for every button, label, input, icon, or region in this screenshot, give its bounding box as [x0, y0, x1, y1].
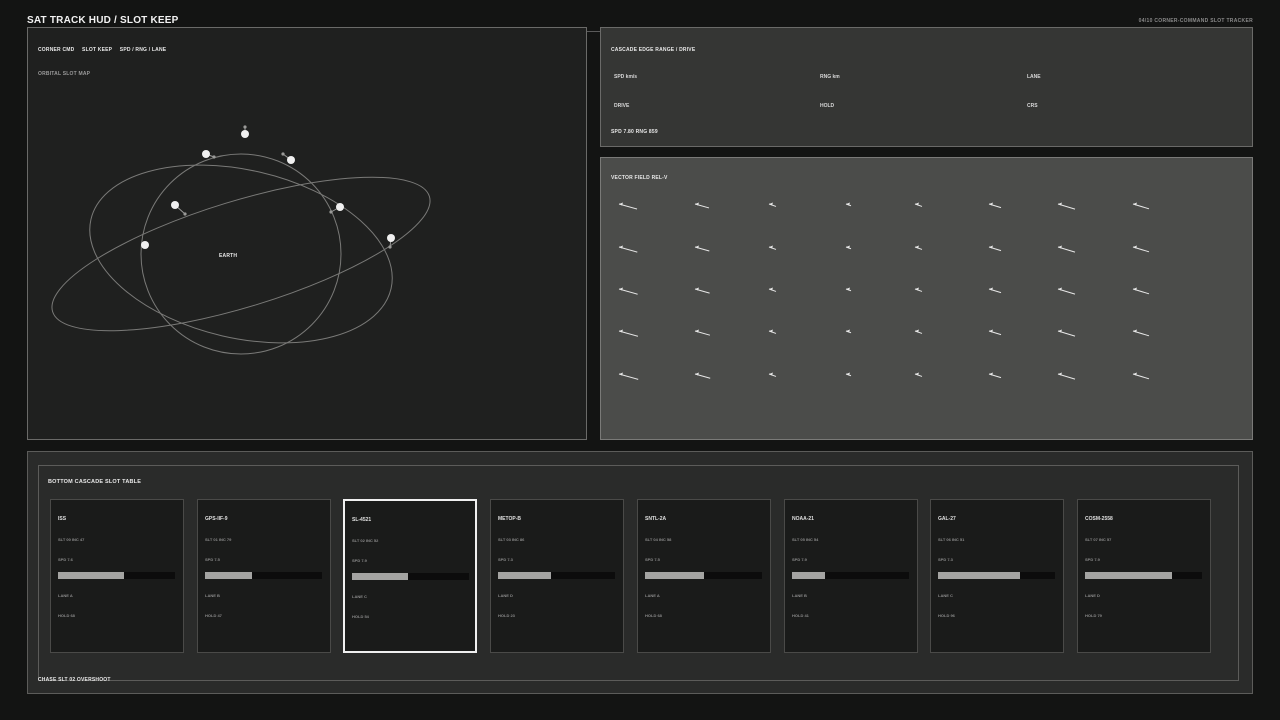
vector-field	[618, 202, 1150, 380]
slot-card-name: GPS-IIF-9	[205, 516, 228, 522]
slot-card-progress-bar	[645, 572, 762, 579]
orbit-path-1	[89, 164, 393, 344]
slot-card-progress-fill	[205, 572, 252, 579]
slot-card-progress-bar	[938, 572, 1055, 579]
slot-card-slot: SLT 01 INC 79	[205, 537, 232, 542]
slot-card-hold: HOLD 47	[205, 613, 222, 618]
slot-card-hold: HOLD 68	[58, 613, 75, 618]
slot-card-progress-bar	[1085, 572, 1202, 579]
page-subtitle: 04/10 CORNER-COMMAND SLOT TRACKER	[1138, 18, 1253, 24]
slot-card-lane: LANE C	[352, 594, 367, 599]
slot-card[interactable]: METOP-B SLT 03 INC 86 SPD 7.3 LANE D HOL…	[490, 499, 624, 653]
slot-card-hold: HOLD 79	[1085, 613, 1102, 618]
earth-label: EARTH	[219, 253, 238, 259]
slot-card-progress-fill	[1085, 572, 1172, 579]
slot-card-slot: SLT 02 INC 52	[352, 538, 379, 543]
orbital-panel: CORNER CMD SLOT KEEP SPD / RNG / LANE OR…	[27, 27, 587, 440]
slot-card-speed: SPD 7.3	[498, 557, 513, 562]
slot-card-progress-fill	[938, 572, 1020, 579]
slot-card[interactable]: SL-4521 SLT 02 INC 52 SPD 7.9 LANE C HOL…	[343, 499, 477, 653]
satellite-marker	[241, 130, 249, 138]
earth-outline	[140, 153, 342, 355]
slot-card-hold: HOLD 23	[498, 613, 515, 618]
satellite-marker	[141, 241, 149, 249]
slot-card-speed: SPD 7.5	[205, 557, 220, 562]
satellite-marker	[336, 203, 344, 211]
drive-field-label: DRIVE	[614, 103, 630, 109]
slot-card-hold: HOLD 41	[792, 613, 809, 618]
slot-card[interactable]: GAL-27 SLT 06 INC 51 SPD 7.3 LANE C HOLD…	[930, 499, 1064, 653]
slot-card-speed: SPD 7.6	[58, 557, 73, 562]
orbital-map	[51, 125, 431, 355]
slot-card-progress-bar	[58, 572, 175, 579]
cascade-edge-panel: CASCADE EDGE RANGE / DRIVE SPD km/s RNG …	[600, 27, 1253, 147]
slot-card[interactable]: SNTL-2A SLT 04 INC 58 SPD 7.5 LANE A HOL…	[637, 499, 771, 653]
cascade-edge-title: CASCADE EDGE RANGE / DRIVE	[611, 47, 696, 53]
crs-field-label: CRS	[1027, 103, 1038, 109]
slot-card-slot: SLT 03 INC 86	[498, 537, 525, 542]
slot-card-progress-fill	[792, 572, 825, 579]
satellite-marker	[202, 150, 210, 158]
slot-card-name: GAL-27	[938, 516, 956, 522]
slot-card-lane: LANE A	[645, 593, 660, 598]
slot-card-lane: LANE B	[792, 593, 807, 598]
bottom-footer: CHASE SLT 02 OVERSHOOT	[38, 677, 111, 683]
slot-card-speed: SPD 7.9	[352, 558, 367, 563]
slot-card-progress-fill	[58, 572, 124, 579]
cascade-readout: SPD 7.80 RNG 859	[611, 129, 658, 135]
slot-card-slot: SLT 06 INC 51	[938, 537, 965, 542]
satellite-marker	[287, 156, 295, 164]
slot-card[interactable]: ISS SLT 00 INC 47 SPD 7.6 LANE A HOLD 68	[50, 499, 184, 653]
hold-field-label: HOLD	[820, 103, 835, 109]
slot-card-name: COSM-2558	[1085, 516, 1113, 522]
slot-card-lane: LANE B	[205, 593, 220, 598]
page-title: SAT TRACK HUD / SLOT KEEP	[27, 15, 179, 26]
slot-table-title: BOTTOM CASCADE SLOT TABLE	[48, 479, 142, 485]
slot-card-name: SNTL-2A	[645, 516, 667, 522]
slot-card-lane: LANE D	[498, 593, 513, 598]
satellite-marker	[171, 201, 179, 209]
slot-card-progress-bar	[205, 572, 322, 579]
slot-card[interactable]: NOAA-21 SLT 05 INC 54 SPD 7.9 LANE B HOL…	[784, 499, 918, 653]
spd-field-label: SPD km/s	[614, 74, 638, 80]
orbit-path-2	[51, 176, 431, 332]
slot-card-name: NOAA-21	[792, 516, 814, 522]
slot-card-lane: LANE A	[58, 593, 73, 598]
slot-card-name: ISS	[58, 516, 67, 522]
slot-card-progress-fill	[498, 572, 551, 579]
slot-card-slot: SLT 04 INC 58	[645, 537, 672, 542]
slot-card-slot: SLT 05 INC 54	[792, 537, 819, 542]
slot-card-speed: SPD 7.3	[938, 557, 953, 562]
slot-card-progress-bar	[792, 572, 909, 579]
vector-field-panel: VECTOR FIELD REL-V	[600, 157, 1253, 440]
slot-card-name: SL-4521	[352, 517, 372, 523]
slot-card-name: METOP-B	[498, 516, 521, 522]
slot-card-hold: HOLD 68	[645, 613, 662, 618]
slot-card[interactable]: GPS-IIF-9 SLT 01 INC 79 SPD 7.5 LANE B H…	[197, 499, 331, 653]
slot-card-progress-fill	[645, 572, 704, 579]
satellite-marker	[387, 234, 395, 242]
slot-card-progress-fill	[352, 573, 409, 580]
slot-card-slot: SLT 07 INC 57	[1085, 537, 1112, 542]
rng-field-label: RNG km	[820, 74, 840, 80]
slot-card-speed: SPD 7.9	[792, 557, 807, 562]
slot-card-hold: HOLD 54	[352, 614, 369, 619]
slot-card[interactable]: COSM-2558 SLT 07 INC 57 SPD 7.9 LANE D H…	[1077, 499, 1211, 653]
slot-card-speed: SPD 7.5	[645, 557, 660, 562]
slot-card-progress-bar	[498, 572, 615, 579]
slot-card-hold: HOLD 96	[938, 613, 955, 618]
slot-card-progress-bar	[352, 573, 469, 580]
lane-field-label: LANE	[1027, 74, 1041, 80]
slot-card-lane: LANE C	[938, 593, 953, 598]
slot-card-lane: LANE D	[1085, 593, 1100, 598]
slot-card-slot: SLT 00 INC 47	[58, 537, 85, 542]
slot-card-speed: SPD 7.9	[1085, 557, 1100, 562]
